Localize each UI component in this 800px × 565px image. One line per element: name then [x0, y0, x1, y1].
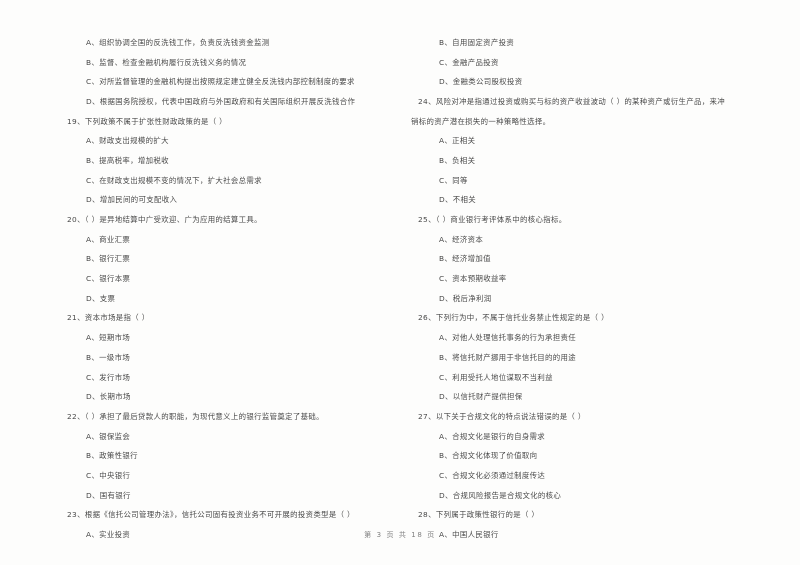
- question-option: C、利用受托人地位谋取不当利益: [439, 372, 553, 382]
- question-option: C、金融产品投资: [439, 57, 499, 67]
- question-option: D、不相关: [439, 195, 477, 205]
- right-column-lines: B、自用固定资产投资 C、金融产品投资 D、金融类公司股权投资 24、风险对冲是指通过…: [405, 33, 782, 545]
- question-stem: 21、资本市场是指（ ）: [67, 313, 150, 323]
- question-option: D、支票: [86, 293, 116, 303]
- question-option: D、长期市场: [86, 392, 131, 402]
- question-option: D、以信托财产提供担保: [439, 392, 523, 402]
- question-stem: 22、（ ）承担了最后贷款人的职能，为现代意义上的银行监管奠定了基础。: [67, 411, 324, 421]
- question-stem: 26、下列行为中，不属于信托业务禁止性规定的是（ ）: [418, 313, 609, 323]
- question-option: B、将信托财产挪用于非信托目的的用途: [439, 352, 577, 362]
- question-option: D、国有银行: [86, 490, 131, 500]
- question-option: A、组织协调全国的反洗钱工作，负责反洗钱资金监测: [86, 37, 270, 47]
- question-option: B、一级市场: [86, 352, 131, 362]
- scanned-page: A、组织协调全国的反洗钱工作，负责反洗钱资金监测 B、监督、检查金融机构履行反洗钱…: [0, 0, 800, 565]
- question-option: A、正相关: [439, 136, 476, 146]
- question-option: C、发行市场: [86, 372, 131, 382]
- question-option: C、资本预期收益率: [439, 274, 507, 284]
- question-stem: 25、（ ）商业银行考评体系中的核心指标。: [418, 215, 567, 225]
- question-option: A、短期市场: [86, 333, 131, 343]
- question-option: B、合规文化体现了价值取向: [439, 451, 538, 461]
- question-option: B、政策性银行: [86, 451, 138, 461]
- question-option: B、银行汇票: [86, 254, 131, 264]
- right-column: B、自用固定资产投资 C、金融产品投资 D、金融类公司股权投资 24、风险对冲是指通过…: [400, 0, 800, 539]
- question-option: A、对他人处理信托事务的行为承担责任: [439, 333, 576, 343]
- question-option: D、根据国务院授权，代表中国政府与外国政府和有关国际组织开展反洗钱合作: [86, 96, 356, 106]
- question-option: C、银行本票: [86, 274, 131, 284]
- question-stem: 27、以下关于合规文化的特点说法错误的是（ ）: [418, 411, 586, 421]
- question-option: A、合规文化是银行的自身需求: [439, 431, 546, 441]
- question-option: C、中央银行: [86, 470, 131, 480]
- question-stem: 23、根据《信托公司管理办法》，信托公司固有投资业务不可开展的投资类型是（ ）: [67, 510, 355, 520]
- question-option: C、在财政支出规模不变的情况下，扩大社会总需求: [86, 175, 262, 185]
- page-columns: A、组织协调全国的反洗钱工作，负责反洗钱资金监测 B、监督、检查金融机构履行反洗钱…: [0, 0, 800, 539]
- question-option: D、金融类公司股权投资: [439, 77, 523, 87]
- question-option: B、经济增加值: [439, 254, 491, 264]
- question-option: A、银保监会: [86, 431, 131, 441]
- question-option: D、合规风险报告是合规文化的核心: [439, 490, 562, 500]
- question-option: D、税后净利润: [439, 293, 492, 303]
- question-stem: 24、风险对冲是指通过投资或购买与标的资产收益波动（ ）的某种资产或衍生产品，来…: [418, 96, 725, 106]
- question-stem: 20、（ ）是异地结算中广受欢迎、广为应用的结算工具。: [67, 215, 262, 225]
- question-option: A、商业汇票: [86, 234, 131, 244]
- question-option: C、合规文化必须通过制度传达: [439, 470, 546, 480]
- page-footer: 第 3 页 共 18 页: [364, 531, 436, 539]
- question-stem: 19、下列政策不属于扩张性财政政策的是（ ）: [67, 116, 227, 126]
- question-option: B、提高税率，增加税收: [86, 155, 169, 165]
- question-option: B、自用固定资产投资: [439, 37, 515, 47]
- question-option: B、监督、检查金融机构履行反洗钱义务的情况: [86, 57, 247, 67]
- question-option: B、负相关: [439, 155, 476, 165]
- question-option: A、财政支出规模的扩大: [86, 136, 169, 146]
- question-option: A、经济资本: [439, 234, 484, 244]
- question-stem-continuation: 销标的资产潜在损失的一种策略性选择。: [411, 116, 551, 126]
- question-option: C、对所监督管理的金融机构提出按照规定建立健全反洗钱内部控制制度的要求: [86, 77, 355, 87]
- question-option: C、同等: [439, 175, 468, 185]
- left-column-lines: A、组织协调全国的反洗钱工作，负责反洗钱资金监测 B、监督、检查金融机构履行反洗钱…: [60, 33, 382, 545]
- question-option: D、增加民间的可支配收入: [86, 195, 178, 205]
- left-column: A、组织协调全国的反洗钱工作，负责反洗钱资金监测 B、监督、检查金融机构履行反洗钱…: [0, 0, 400, 539]
- question-stem: 28、下列属于政策性银行的是（ ）: [418, 510, 540, 520]
